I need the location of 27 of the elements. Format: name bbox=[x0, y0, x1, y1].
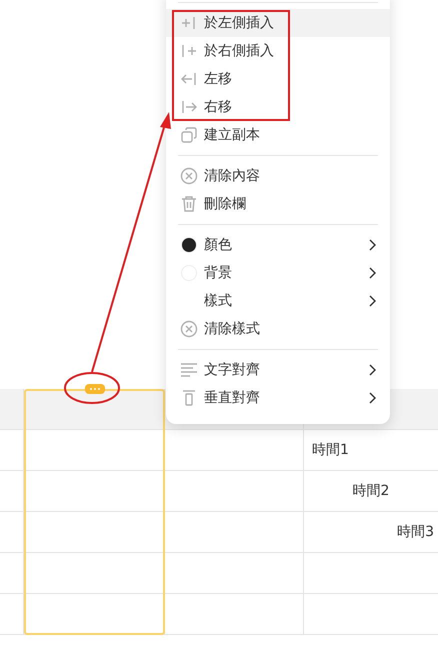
table-cell-text: 時間1 bbox=[312, 441, 349, 459]
menu-item[interactable]: 右移 bbox=[166, 93, 390, 121]
clear-icon bbox=[180, 167, 198, 185]
clear-icon bbox=[180, 320, 198, 338]
trash-icon bbox=[180, 195, 198, 213]
right-arrow-icon bbox=[180, 98, 198, 116]
menu-item[interactable]: 樣式 bbox=[166, 287, 390, 315]
menu-item[interactable]: 背景 bbox=[166, 259, 390, 287]
left-arrow-icon bbox=[180, 70, 198, 88]
menu-item[interactable]: 文字對齊 bbox=[166, 356, 390, 384]
menu-item[interactable]: 刪除欄 bbox=[166, 190, 390, 218]
menu-item[interactable]: 左移 bbox=[166, 65, 390, 93]
column-handle[interactable] bbox=[84, 384, 104, 394]
annotation-ellipse bbox=[64, 372, 120, 404]
table-cell-text: 時間3 bbox=[397, 523, 434, 541]
menu-item[interactable]: 建立副本 bbox=[166, 121, 390, 149]
text-align-icon bbox=[180, 361, 198, 379]
menu-item[interactable]: 清除樣式 bbox=[166, 315, 390, 343]
insert-right-icon bbox=[180, 42, 198, 60]
menu-item[interactable]: 顏色 bbox=[166, 231, 390, 259]
menu-item[interactable]: 清除內容 bbox=[166, 162, 390, 190]
menu-item[interactable]: 於右側插入 bbox=[166, 37, 390, 65]
copy-icon bbox=[180, 126, 198, 144]
vertical-align-icon bbox=[180, 389, 198, 407]
table-cell-text: 時間2 bbox=[352, 482, 390, 500]
menu-item[interactable]: 垂直對齊 bbox=[166, 384, 390, 412]
menu-item[interactable]: 於左側插入 bbox=[166, 9, 390, 37]
